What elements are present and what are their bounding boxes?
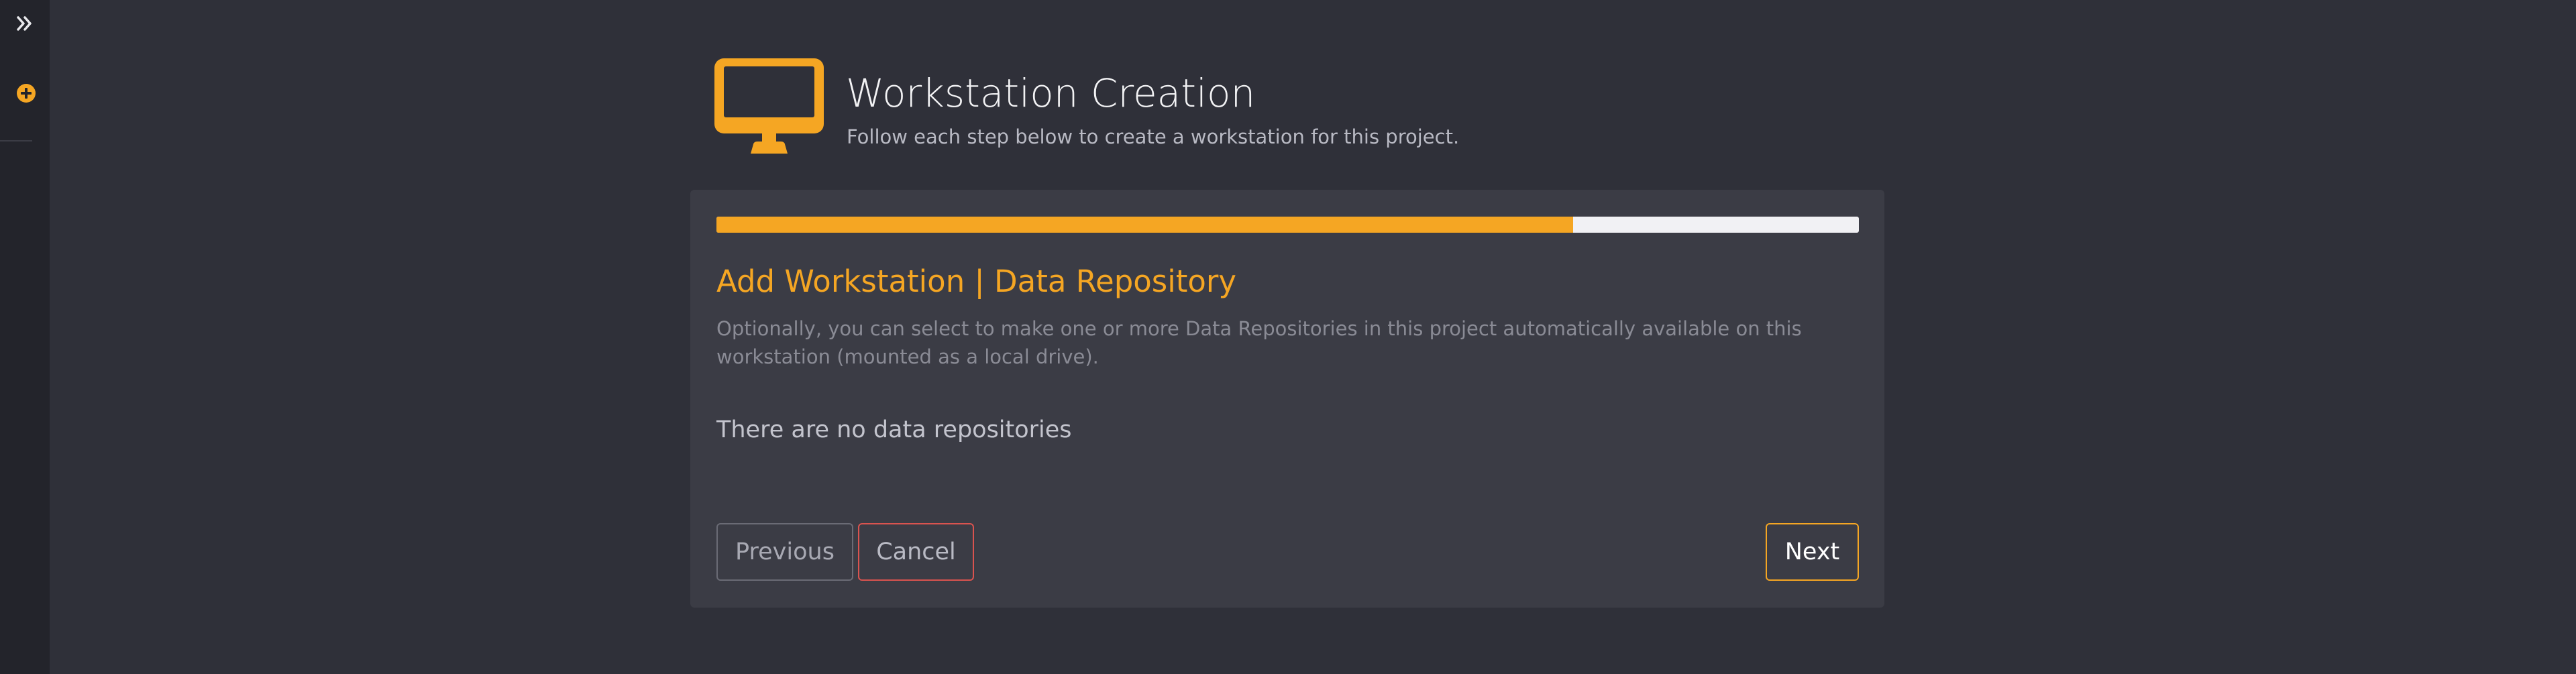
page-title: Workstation Creation <box>846 70 1256 116</box>
double-chevron-right-icon[interactable] <box>13 12 36 35</box>
wizard-panel: Add Workstation | Data Repository Option… <box>690 190 1884 608</box>
next-button[interactable]: Next <box>1766 523 1859 581</box>
progress-bar-fill <box>716 217 1574 233</box>
previous-button[interactable]: Previous <box>716 523 853 581</box>
empty-state-message: There are no data repositories <box>716 416 1072 443</box>
progress-bar <box>716 217 1859 233</box>
sidebar <box>0 0 50 674</box>
step-title: Add Workstation | Data Repository <box>716 264 1237 299</box>
sidebar-divider <box>0 140 32 142</box>
page-subtitle: Follow each step below to create a works… <box>847 125 1460 148</box>
plus-circle-icon[interactable] <box>16 83 36 103</box>
cancel-button[interactable]: Cancel <box>858 523 974 581</box>
step-description: Optionally, you can select to make one o… <box>716 317 1802 368</box>
monitor-icon <box>714 58 824 154</box>
